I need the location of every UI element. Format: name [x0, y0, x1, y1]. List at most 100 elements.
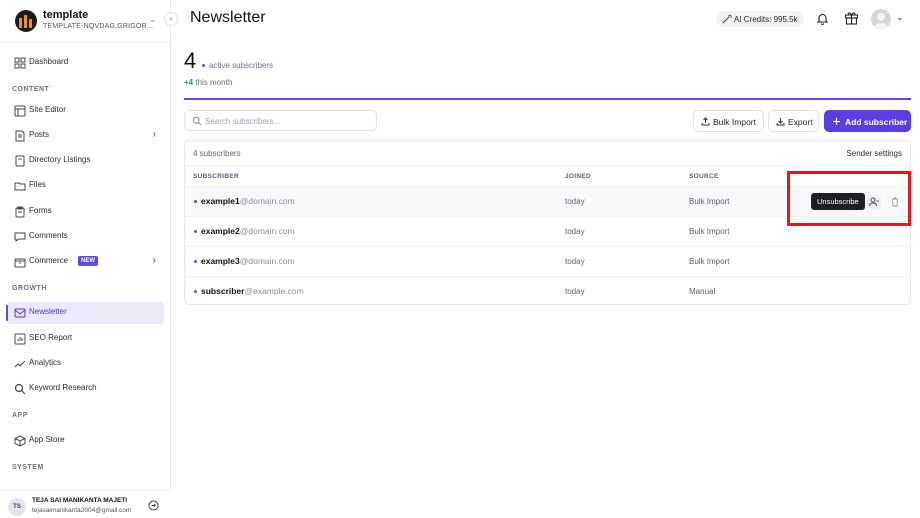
magic-wand-icon [722, 14, 732, 24]
search-input[interactable] [205, 114, 370, 128]
sidebar-item-label: App Store [29, 435, 65, 444]
column-header-joined[interactable]: JOINED [565, 173, 591, 180]
table-row[interactable]: example1@domain.com today Bulk Import Un… [185, 187, 910, 217]
delta-value: +4 [184, 78, 194, 87]
subscriber-total: 4 subscribers [193, 149, 241, 158]
sidebar-item-label: Comments [29, 231, 68, 240]
sidebar-item-label: Forms [29, 206, 52, 215]
document-icon [15, 130, 25, 142]
divider [0, 42, 171, 43]
bulk-import-button[interactable]: Bulk Import [693, 110, 764, 132]
mail-icon [14, 308, 26, 318]
ai-credits-badge[interactable]: AI Credits: 995.5k [716, 11, 804, 27]
upload-icon [701, 117, 710, 126]
sidebar-item-label: Posts [29, 130, 50, 139]
search-box[interactable] [184, 110, 377, 131]
plus-icon [833, 118, 840, 125]
table-row[interactable]: example2@domain.com today Bulk Import [185, 217, 910, 247]
sidebar-item-analytics[interactable]: Analytics [6, 353, 164, 375]
delta-label: this month [195, 78, 233, 87]
status-dot [194, 290, 197, 293]
export-label: Export [788, 117, 813, 127]
package-icon [14, 435, 26, 447]
source: Bulk Import [689, 257, 730, 266]
unsubscribe-button[interactable] [867, 195, 881, 209]
report-icon [14, 333, 26, 345]
sidebar-item-label: Files [29, 180, 46, 189]
download-icon [776, 118, 785, 126]
status-dot [194, 230, 197, 233]
workspace-subtitle: TEMPLATE-NQVDAG.GRIGOR... [43, 23, 154, 30]
sidebar-item-label: Analytics [29, 358, 62, 367]
sidebar-item-newsletter[interactable]: Newsletter [6, 302, 164, 324]
export-button[interactable]: Export [768, 110, 819, 132]
sidebar: template TEMPLATE-NQVDAG.GRIGOR... ⌄ ‹ D… [0, 0, 178, 518]
sidebar-item-seo-report[interactable]: SEO Report [6, 328, 164, 350]
gift-icon[interactable] [844, 10, 859, 25]
avatar: TS [8, 498, 26, 516]
status-dot [194, 260, 197, 263]
search-icon [192, 116, 202, 126]
column-header-subscriber[interactable]: SUBSCRIBER [193, 173, 239, 180]
profile-avatar[interactable] [871, 9, 891, 29]
sidebar-item-commerce[interactable]: Commerce NEW › [6, 251, 164, 273]
trash-icon [892, 197, 898, 207]
sidebar-item-dashboard[interactable]: Dashboard [6, 52, 164, 74]
ai-credits-label: AI Credits: 995.5k [734, 15, 798, 24]
workspace-switcher[interactable]: template TEMPLATE-NQVDAG.GRIGOR... ⌄ [12, 8, 162, 34]
folder-icon [14, 182, 26, 191]
status-dot [202, 64, 205, 67]
table-row[interactable]: example3@domain.com today Bulk Import [185, 247, 910, 277]
joined-date: today [565, 227, 585, 236]
status-dot [194, 200, 197, 203]
sidebar-item-site-editor[interactable]: Site Editor [6, 100, 164, 122]
workspace-logo [15, 10, 37, 32]
chevron-down-icon: ⌄ [149, 14, 157, 24]
joined-date: today [565, 287, 585, 296]
search-icon [14, 383, 26, 395]
subscriber-count-label: active subscribers [209, 61, 274, 70]
column-header-source[interactable]: SOURCE [689, 173, 719, 180]
unsubscribe-tooltip: Unsubscribe [811, 193, 865, 210]
bell-icon[interactable] [816, 12, 829, 25]
sidebar-item-posts[interactable]: Posts › [6, 125, 164, 147]
table-row[interactable]: subscriber@example.com today Manual [185, 277, 910, 307]
collapse-sidebar-button[interactable]: ‹ [164, 12, 178, 26]
sender-settings-link[interactable]: Sender settings [846, 149, 902, 158]
chevron-down-icon[interactable]: ⌄ [896, 12, 904, 23]
sidebar-item-keyword-research[interactable]: Keyword Research [6, 378, 164, 400]
joined-date: today [565, 197, 585, 206]
sidebar-item-label: Newsletter [29, 307, 67, 316]
divider [184, 98, 911, 100]
sidebar-item-comments[interactable]: Comments [6, 226, 164, 248]
logout-icon[interactable] [148, 500, 159, 511]
delete-button[interactable] [888, 195, 902, 209]
sidebar-item-forms[interactable]: Forms [6, 201, 164, 223]
source: Bulk Import [689, 197, 730, 206]
subscriber-email: subscriber@example.com [201, 286, 304, 296]
list-icon [15, 155, 25, 167]
comment-icon [14, 232, 26, 242]
clipboard-icon [15, 206, 25, 218]
user-email: tejasaimanikanta2004@gmail.com [32, 507, 132, 514]
add-subscriber-button[interactable]: Add subscriber [824, 110, 911, 132]
source: Bulk Import [689, 227, 730, 236]
page-title: Newsletter [190, 9, 266, 26]
subscriber-email: example3@domain.com [201, 256, 295, 266]
chart-icon [14, 360, 26, 368]
subscriber-count: 4 [184, 48, 197, 73]
sidebar-item-label: Site Editor [29, 105, 66, 114]
add-subscriber-label: Add subscriber [845, 117, 908, 127]
workspace-name: template [43, 9, 89, 21]
sidebar-item-app-store[interactable]: App Store [6, 430, 164, 452]
subscribers-table: 4 subscribers Sender settings SUBSCRIBER… [184, 140, 911, 305]
box-icon [14, 258, 26, 268]
sidebar-item-label: Directory Listings [29, 155, 91, 164]
section-app: APP [12, 412, 28, 419]
new-badge: NEW [78, 256, 98, 266]
user-profile[interactable]: TS TEJA SAI MANIKANTA MAJETI tejasaimani… [0, 490, 171, 518]
subscriber-email: example1@domain.com [201, 196, 295, 206]
sidebar-item-directory-listings[interactable]: Directory Listings [6, 150, 164, 172]
monthly-delta: +4 this month [184, 78, 232, 87]
sidebar-item-files[interactable]: Files [6, 175, 164, 197]
